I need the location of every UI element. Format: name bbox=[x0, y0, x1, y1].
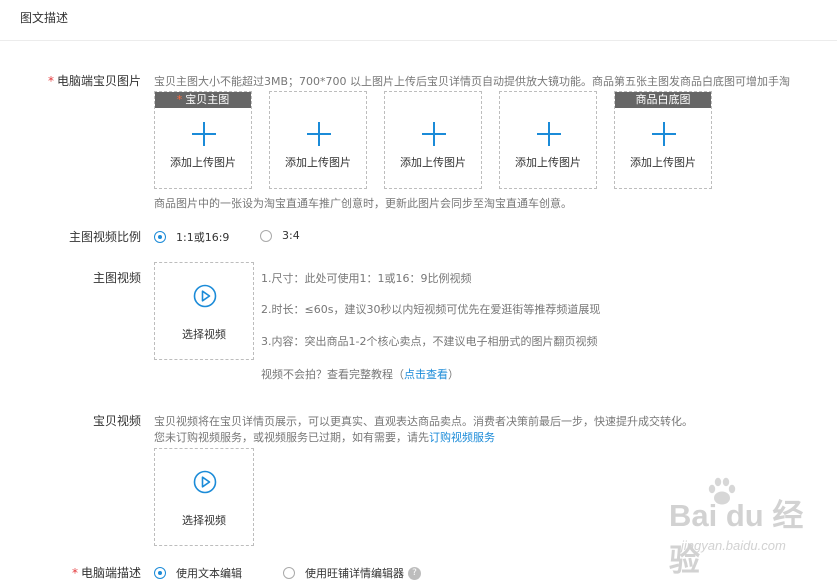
upload-slot-white-bg[interactable]: 商品白底图 添加上传图片 bbox=[614, 91, 712, 189]
play-circle-icon bbox=[193, 470, 217, 494]
upload-slot-4[interactable]: 添加上传图片 bbox=[499, 91, 597, 189]
upload-label: 添加上传图片 bbox=[400, 156, 466, 169]
item-video-service-hint: 您未订购视频服务，或视频服务已过期，如有需要，请先订购视频服务 bbox=[154, 431, 495, 444]
video-note-content: 3.内容：突出商品1-2个核心卖点，不建议电子相册式的图片翻页视频 bbox=[261, 335, 598, 348]
section-header: 图文描述 bbox=[0, 0, 837, 41]
watermark-url: jingyan.baidu.com bbox=[681, 538, 786, 553]
plus-icon bbox=[307, 122, 331, 146]
question-icon[interactable]: ? bbox=[408, 566, 421, 580]
video-tutorial: 视频不会拍？查看完整教程（点击查看） bbox=[261, 368, 459, 381]
upload-slot-2[interactable]: 添加上传图片 bbox=[269, 91, 367, 189]
main-video-select[interactable]: 选择视频 bbox=[154, 262, 254, 360]
plus-icon bbox=[537, 122, 561, 146]
pc-images-hint: 宝贝主图大小不能超过3MB；700*700 以上图片上传后宝贝详情页自动提供放大… bbox=[154, 75, 791, 88]
order-video-service-link[interactable]: 订购视频服务 bbox=[429, 431, 495, 444]
radio-checked-icon bbox=[154, 231, 166, 243]
plus-icon bbox=[652, 122, 676, 146]
play-circle-icon bbox=[193, 284, 217, 308]
section-title: 图文描述 bbox=[20, 11, 69, 25]
upload-label: 添加上传图片 bbox=[285, 156, 351, 169]
select-video-label: 选择视频 bbox=[182, 328, 226, 341]
pc-images-footer-hint: 商品图片中的一张设为淘宝直通车推广创意时，更新此图片会同步至淘宝直通车创意。 bbox=[154, 197, 572, 210]
radio-ratio-1-1[interactable]: 1:1或16:9 bbox=[154, 229, 229, 245]
item-video-label: 宝贝视频 bbox=[92, 414, 141, 428]
watermark: Bai du 经验 jingyan.baidu.com bbox=[619, 477, 819, 578]
item-video-hint: 宝贝视频将在宝贝详情页展示，可以更真实、直观表达商品卖点。消费者决策前最后一步，… bbox=[154, 415, 693, 428]
upload-label: 添加上传图片 bbox=[630, 156, 696, 169]
upload-slot-3[interactable]: 添加上传图片 bbox=[384, 91, 482, 189]
upload-slot-main[interactable]: * 宝贝主图 添加上传图片 bbox=[154, 91, 252, 189]
radio-checked-icon bbox=[154, 567, 166, 579]
upload-label: 添加上传图片 bbox=[170, 156, 236, 169]
slot-header-main: * 宝贝主图 bbox=[155, 92, 251, 108]
upload-label: 添加上传图片 bbox=[515, 156, 581, 169]
plus-icon bbox=[422, 122, 446, 146]
select-video-label: 选择视频 bbox=[182, 514, 226, 527]
pc-desc-label: * 电脑端描述 bbox=[71, 566, 141, 580]
radio-unchecked-icon bbox=[283, 567, 295, 579]
item-video-select[interactable]: 选择视频 bbox=[154, 448, 254, 546]
radio-ratio-3-4[interactable]: 3:4 bbox=[260, 229, 300, 242]
video-note-size: 1.尺寸：此处可使用1：1或16：9比例视频 bbox=[261, 272, 472, 285]
pc-images-label: * 电脑端宝贝图片 bbox=[47, 74, 141, 88]
radio-shop-editor[interactable]: 使用旺铺详情编辑器 ? bbox=[283, 565, 421, 581]
radio-text-editor[interactable]: 使用文本编辑 bbox=[154, 565, 242, 581]
video-ratio-label: 主图视频比例 bbox=[68, 230, 141, 244]
radio-unchecked-icon bbox=[260, 229, 272, 242]
main-video-label: 主图视频 bbox=[92, 271, 141, 285]
tutorial-link[interactable]: 点击查看 bbox=[404, 368, 448, 381]
video-note-duration: 2.时长：≤60s，建议30秒以内短视频可优先在爱逛街等推荐频道展现 bbox=[261, 303, 601, 316]
slot-header-white-bg: 商品白底图 bbox=[615, 92, 711, 108]
watermark-logo: Bai du 经验 bbox=[669, 498, 804, 578]
plus-icon bbox=[192, 122, 216, 146]
